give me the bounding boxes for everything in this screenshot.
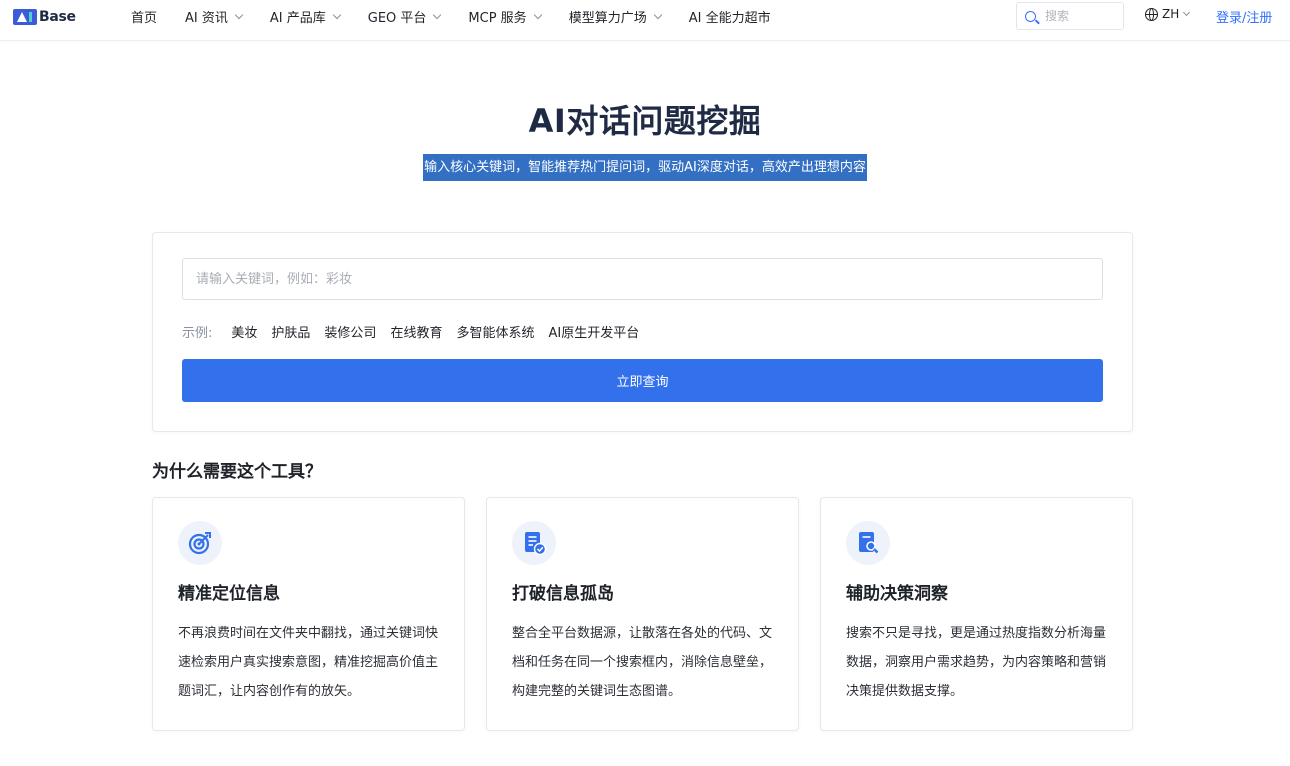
example-tag[interactable]: 多智能体系统 (456, 322, 534, 341)
page-title: AI对话问题挖掘 (528, 102, 762, 140)
feature-card-title: 精准定位信息 (178, 584, 280, 604)
examples-label: 示例: (182, 326, 213, 341)
nav-item-geo[interactable]: GEO 平台 (367, 7, 442, 26)
document-search-icon (846, 521, 890, 565)
document-check-icon (512, 521, 556, 565)
feature-card-title: 辅助决策洞察 (846, 584, 948, 604)
nav-item-home[interactable]: 首页 (131, 7, 157, 26)
language-switcher[interactable]: ZH (1145, 7, 1191, 21)
search-icon (1025, 10, 1036, 22)
logo-text: Base (39, 8, 76, 25)
nav-search[interactable] (1016, 2, 1124, 30)
example-tag[interactable]: AI原生开发平台 (548, 322, 639, 341)
feature-card-desc: 不再浪费时间在文件夹中翻找，通过关键词快速检索用户真实搜索意图，精准挖掘高价值主… (178, 626, 439, 699)
query-submit-button[interactable]: 立即查询 (182, 359, 1103, 402)
chevron-down-icon (234, 10, 244, 19)
nav-item-label: 首页 (131, 11, 158, 26)
page-subtitle-wrap: 输入核心关键词，智能推荐热门提问词，驱动AI深度对话，高效产出理想内容 (0, 154, 1290, 181)
main-menu: 首页 AI 资讯 AI 产品库 GEO 平台 MCP 服务 模型算力广场 AI … (131, 0, 771, 33)
feature-card: 精准定位信息 不再浪费时间在文件夹中翻找，通过关键词快速检索用户真实搜索意图，精… (152, 497, 465, 731)
nav-item-ai-news[interactable]: AI 资讯 (185, 7, 244, 26)
example-tag[interactable]: 美妆 (231, 322, 257, 341)
feature-card-title: 打破信息孤岛 (512, 584, 614, 604)
top-nav: Base 首页 AI 资讯 AI 产品库 GEO 平台 MCP 服务 模型算力广… (0, 0, 1290, 41)
chevron-down-icon (653, 10, 662, 19)
keyword-input[interactable] (182, 258, 1103, 300)
example-tag[interactable]: 装修公司 (324, 322, 376, 341)
page-subtitle: 输入核心关键词，智能推荐热门提问词，驱动AI深度对话，高效产出理想内容 (423, 154, 867, 181)
nav-item-compute-market[interactable]: 模型算力广场 (568, 7, 662, 26)
nav-item-label: AI 全能力超市 (688, 11, 771, 26)
search-input[interactable] (1045, 9, 1115, 23)
query-panel: 示例: 美妆 护肤品 装修公司 在线教育 多智能体系统 AI原生开发平台 立即查… (152, 232, 1133, 432)
nav-item-label: AI 产品库 (269, 11, 326, 26)
globe-icon (1145, 7, 1158, 21)
target-icon (178, 521, 222, 565)
nav-item-label: GEO 平台 (367, 11, 427, 26)
login-register-link[interactable]: 登录/注册 (1216, 7, 1272, 26)
chevron-down-icon (433, 10, 442, 19)
logo[interactable]: Base (13, 8, 76, 25)
chevron-down-icon (533, 10, 542, 19)
language-label: ZH (1162, 7, 1180, 21)
nav-item-ai-supermarket[interactable]: AI 全能力超市 (689, 7, 771, 26)
nav-item-label: MCP 服务 (468, 11, 527, 26)
example-tag[interactable]: 在线教育 (390, 322, 442, 341)
nav-item-ai-products[interactable]: AI 产品库 (269, 7, 342, 26)
why-section-title: 为什么需要这个工具？ (152, 462, 322, 482)
feature-card: 打破信息孤岛 整合全平台数据源，让散落在各处的代码、文档和任务在同一个搜索框内，… (486, 497, 799, 731)
nav-item-label: AI 资讯 (185, 11, 228, 26)
logo-mark-icon (13, 8, 37, 25)
chevron-down-icon (1183, 8, 1191, 17)
examples-row: 示例: 美妆 护肤品 装修公司 在线教育 多智能体系统 AI原生开发平台 (182, 322, 653, 341)
nav-item-label: 模型算力广场 (568, 11, 647, 26)
feature-card-desc: 搜索不只是寻找，更是通过热度指数分析海量数据，洞察用户需求趋势，为内容策略和营销… (846, 626, 1107, 699)
nav-item-mcp[interactable]: MCP 服务 (468, 7, 542, 26)
example-tag[interactable]: 护肤品 (271, 322, 310, 341)
feature-card-desc: 整合全平台数据源，让散落在各处的代码、文档和任务在同一个搜索框内，消除信息壁垒，… (512, 626, 773, 699)
feature-card: 辅助决策洞察 搜索不只是寻找，更是通过热度指数分析海量数据，洞察用户需求趋势，为… (820, 497, 1133, 731)
chevron-down-icon (332, 10, 342, 19)
